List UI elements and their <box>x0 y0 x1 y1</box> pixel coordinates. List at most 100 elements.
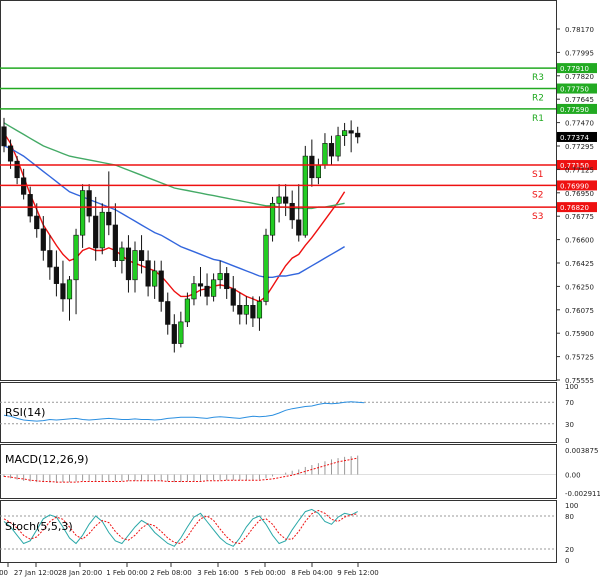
level-price-value: 0.77750 <box>560 86 589 94</box>
candle-body <box>1 126 7 147</box>
candle-body <box>47 250 53 268</box>
stoch-pane <box>0 500 557 563</box>
candle-body <box>237 305 243 315</box>
candle-body <box>60 283 66 300</box>
level-label: R1 <box>532 114 544 124</box>
candle-body <box>80 190 86 236</box>
candle-body <box>276 196 282 204</box>
candle-body <box>263 234 269 302</box>
stoch-tick-label: 80 <box>565 513 574 521</box>
time-tick-label: 28 Jan 20:00 <box>58 569 102 577</box>
price-tick-label: 0.75900 <box>565 330 594 338</box>
candle-body <box>296 219 302 236</box>
candle-body <box>348 130 354 134</box>
price-tick-label: 0.78170 <box>565 26 594 34</box>
price-tick-label: 0.76075 <box>565 307 594 315</box>
candle-body <box>289 202 295 221</box>
candle-body <box>250 305 256 319</box>
candle-body <box>125 247 132 281</box>
level-price-value: 0.77590 <box>560 106 589 114</box>
candle-body <box>86 190 92 217</box>
candle <box>302 145 308 238</box>
candle-body <box>243 305 249 315</box>
candle-body <box>66 279 73 300</box>
current-price-value: 0.77374 <box>560 134 589 142</box>
time-tick-label: 9 Feb 12:00 <box>337 569 378 577</box>
price-tick-label: 0.77470 <box>565 120 594 128</box>
stoch-title: Stoch(5,5,3) <box>5 520 73 533</box>
rsi-tick-label: 100 <box>565 383 578 391</box>
price-tick-label: 0.75725 <box>565 354 594 362</box>
candle-body <box>309 155 315 179</box>
candle-body <box>165 301 171 325</box>
candle-body <box>99 211 105 249</box>
candle-body <box>34 215 40 230</box>
candle-body <box>335 135 341 157</box>
candle-body <box>230 288 236 306</box>
candle-body <box>171 324 177 344</box>
price-tick-label: 0.76250 <box>565 283 594 291</box>
candle-body <box>341 130 348 137</box>
time-tick-label: 8 Feb 04:00 <box>291 569 332 577</box>
candle-body <box>27 194 33 217</box>
stoch-tick-label: 0 <box>565 557 569 565</box>
candle-body <box>211 279 217 297</box>
rsi-tick-label: 0 <box>565 437 569 445</box>
candle-body <box>302 155 308 236</box>
chart-canvas: R30.77910R20.77750R10.77590S10.77150S20.… <box>0 0 600 577</box>
stoch-tick-label: 100 <box>565 502 578 510</box>
price-tick-label: 0.76775 <box>565 213 594 221</box>
candle-body <box>283 196 289 204</box>
level-label: S2 <box>532 190 543 200</box>
time-tick-label: 5 Feb 00:00 <box>244 569 285 577</box>
time-tick-label: 04:00 <box>0 569 8 577</box>
macd-tick-label: -0.002911 <box>565 490 600 498</box>
price-tick-label: 0.77125 <box>565 166 594 174</box>
level-price-value: 0.76820 <box>560 204 589 212</box>
price-tick-label: 0.76600 <box>565 237 594 245</box>
price-tick-label: 0.77995 <box>565 49 594 57</box>
candle-body <box>315 164 322 179</box>
macd-tick-label: 0.003875 <box>565 447 598 455</box>
stoch-tick-label: 20 <box>565 546 574 554</box>
candle-body <box>132 250 138 281</box>
macd-tick-label: 0.00 <box>565 472 581 480</box>
candle <box>269 196 276 242</box>
candle-body <box>322 143 328 166</box>
candle-body <box>204 285 210 297</box>
time-tick-label: 1 Feb 00:00 <box>106 569 147 577</box>
rsi-pane <box>0 382 557 443</box>
time-tick-label: 2 Feb 08:00 <box>150 569 191 577</box>
price-tick-label: 0.76950 <box>565 190 594 198</box>
candle-body <box>224 273 230 290</box>
candle-body <box>217 273 223 281</box>
rsi-title: RSI(14) <box>5 406 45 419</box>
candle-body <box>14 160 20 179</box>
level-label: R2 <box>532 94 544 104</box>
candle-body <box>197 283 204 287</box>
candle-body <box>328 143 335 157</box>
level-label: S1 <box>532 170 543 180</box>
candle-body <box>138 250 145 261</box>
candle-body <box>106 211 112 226</box>
price-tick-label: 0.77295 <box>565 143 594 151</box>
price-tick-label: 0.77645 <box>565 96 594 104</box>
price-tick-label: 0.77820 <box>565 73 594 81</box>
rsi-tick-label: 30 <box>565 421 574 429</box>
candle <box>263 228 269 306</box>
candle-body <box>256 301 263 319</box>
candle-body <box>184 298 191 323</box>
candle-body <box>178 321 184 344</box>
candle-body <box>119 247 125 261</box>
candle-body <box>158 270 164 302</box>
candle-body <box>112 224 118 261</box>
level-label: R3 <box>532 73 544 83</box>
candle-body <box>73 234 79 281</box>
candle-body <box>93 215 99 249</box>
candle-body <box>269 202 276 236</box>
level-label: S3 <box>532 212 543 222</box>
price-tick-label: 0.76425 <box>565 260 594 268</box>
candle-body <box>355 132 361 138</box>
time-tick-label: 27 Jan 12:00 <box>14 569 58 577</box>
rsi-tick-label: 70 <box>565 399 574 407</box>
